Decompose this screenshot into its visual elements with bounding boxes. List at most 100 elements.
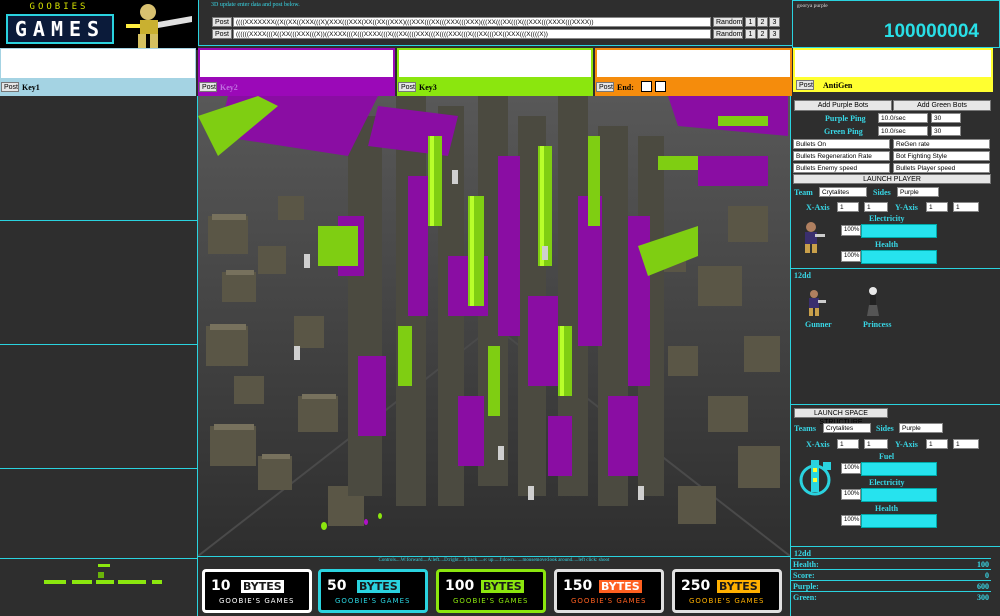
key3-post-button[interactable]: Post [398, 82, 416, 92]
update-instruction: 3D update enter data and post below. [211, 2, 300, 8]
green-ping-count-select[interactable]: 30 [931, 126, 961, 136]
end-panel: Post End: [595, 48, 793, 96]
add-green-bots-button[interactable]: Add Green Bots [893, 100, 991, 111]
teams-label: Teams [794, 424, 816, 433]
minimap [0, 558, 197, 616]
antigen-post-button[interactable]: Post [796, 80, 814, 90]
sides-select[interactable]: Purple [897, 187, 939, 197]
stat-row: Health: 100 [791, 558, 991, 569]
sides-select[interactable]: Purple [899, 423, 943, 433]
right-panel: Add Purple Bots Add Green Bots Purple Pi… [790, 96, 1000, 616]
logo-text-main: GAMES [6, 14, 114, 44]
end-checkbox-2[interactable] [655, 81, 666, 92]
health-percent-input[interactable]: 100% [841, 515, 861, 526]
banner-word: BYTES [717, 580, 760, 593]
divider [791, 404, 1000, 405]
logo-text-top: GOOBIES [29, 2, 89, 12]
x-axis-select-2[interactable]: 1 [864, 439, 888, 449]
antigen-input[interactable] [793, 48, 993, 79]
princess-icon[interactable] [865, 286, 881, 316]
key1-post-button[interactable]: Post [1, 82, 19, 92]
post-button[interactable]: Post [212, 29, 232, 39]
post-button[interactable]: Post [212, 17, 232, 27]
electricity-label: Electricity [869, 478, 905, 487]
end-input[interactable] [595, 48, 792, 79]
banner-subtitle: GOOBIE'S GAMES [571, 597, 647, 605]
stat-label: Health: [793, 560, 819, 569]
electricity-percent-input[interactable]: 100% [841, 489, 861, 500]
health-bar [861, 514, 937, 528]
key2-input[interactable] [198, 48, 395, 79]
divider [791, 268, 1000, 269]
y-axis-select-1[interactable]: 1 [926, 439, 948, 449]
banner-100-bytes[interactable]: 100 BYTES GOOBIE'S GAMES [436, 569, 546, 613]
x-axis-select-1[interactable]: 1 [837, 439, 859, 449]
map-code-input[interactable]: ((((((XXXX(((X((XX(((XXX(((X))((XXXX(((X… [233, 29, 711, 39]
key2-post-button[interactable]: Post [199, 82, 217, 92]
sidebar-divider [0, 220, 197, 221]
end-checkbox-1[interactable] [641, 81, 652, 92]
banner-subtitle: GOOBIE'S GAMES [689, 597, 765, 605]
y-axis-select-1[interactable]: 1 [926, 202, 948, 212]
controls-help-text: Controls....W:forward....A:left....D:rig… [378, 558, 610, 563]
logo[interactable]: GOOBIES GAMES [0, 0, 118, 50]
sides-label: Sides [873, 188, 891, 197]
level-button-1[interactable]: 1 [745, 29, 756, 39]
bullets-on-select[interactable]: Bullets On [793, 139, 890, 149]
bullets-player-speed-select[interactable]: Bullets Player speed [893, 163, 990, 173]
random-button[interactable]: Random [713, 17, 743, 27]
banner-word: BYTES [481, 580, 524, 593]
gunner-icon[interactable] [803, 288, 827, 316]
sides-label: Sides [876, 424, 894, 433]
purple-ping-rate-select[interactable]: 10.0/sec [878, 113, 928, 123]
player-name: 12dd [794, 271, 811, 280]
score-panel: goorya purple 100000004 [792, 0, 1000, 48]
antigen-panel: Post AntiGen [793, 48, 993, 96]
health-percent-input[interactable]: 100% [841, 251, 861, 262]
character-gunner[interactable]: Gunner [805, 320, 832, 329]
banner-250-bytes[interactable]: 250 BYTES GOOBIE'S GAMES [672, 569, 782, 613]
banner-10-bytes[interactable]: 10 BYTES GOOBIE'S GAMES [202, 569, 312, 613]
bullets-enemy-speed-select[interactable]: Bullets Enemy speed [793, 163, 890, 173]
random-button[interactable]: Random [713, 29, 743, 39]
x-axis-select-1[interactable]: 1 [837, 202, 859, 212]
banner-number: 150 [563, 578, 593, 594]
map-code-input[interactable]: ((((XXXXXXX((X((XX((XXX(((X)(XXX(((XXX(X… [233, 17, 711, 27]
banner-50-bytes[interactable]: 50 BYTES GOOBIE'S GAMES [318, 569, 428, 613]
level-button-3[interactable]: 3 [769, 29, 780, 39]
purple-ping-count-select[interactable]: 30 [931, 113, 961, 123]
fuel-label: Fuel [879, 452, 895, 461]
bot-fighting-style-select[interactable]: Bot Fighting Style [893, 151, 990, 161]
level-button-2[interactable]: 2 [757, 29, 768, 39]
game-viewport[interactable] [198, 96, 790, 556]
launch-space-structure-button[interactable]: LAUNCH SPACE STRUCTURE [794, 408, 888, 426]
bullets-regen-select[interactable]: Bullets Regeneration Rate [793, 151, 890, 161]
top-input-area: 3D update enter data and post below. Pos… [198, 0, 792, 46]
banner-number: 50 [327, 578, 347, 594]
x-axis-select-2[interactable]: 1 [864, 202, 888, 212]
electricity-percent-input[interactable]: 100% [841, 225, 861, 236]
fuel-percent-input[interactable]: 100% [841, 463, 861, 474]
key3-input[interactable] [397, 48, 593, 79]
banner-number: 10 [211, 578, 231, 594]
launch-player-button[interactable]: LAUNCH PLAYER [793, 174, 991, 184]
stat-value: 100 [977, 560, 989, 569]
y-axis-select-2[interactable]: 1 [953, 439, 979, 449]
y-axis-select-2[interactable]: 1 [953, 202, 979, 212]
teams-select[interactable]: Crytalites [823, 423, 871, 433]
team-select[interactable]: Crytalites [819, 187, 867, 197]
banner-subtitle: GOOBIE'S GAMES [335, 597, 411, 605]
level-button-2[interactable]: 2 [757, 17, 768, 27]
character-princess[interactable]: Princess [863, 320, 891, 329]
add-purple-bots-button[interactable]: Add Purple Bots [794, 100, 892, 111]
banner-word: BYTES [241, 580, 284, 593]
end-post-button[interactable]: Post [596, 82, 614, 92]
stat-row: Score: 0 [791, 569, 991, 580]
key1-input[interactable] [0, 48, 196, 79]
regen-rate-select[interactable]: ReGen rate [893, 139, 990, 149]
green-ping-rate-select[interactable]: 10.0/sec [878, 126, 928, 136]
level-button-3[interactable]: 3 [769, 17, 780, 27]
banner-150-bytes[interactable]: 150 BYTES GOOBIE'S GAMES [554, 569, 664, 613]
antigen-label: AntiGen [823, 81, 853, 90]
level-button-1[interactable]: 1 [745, 17, 756, 27]
